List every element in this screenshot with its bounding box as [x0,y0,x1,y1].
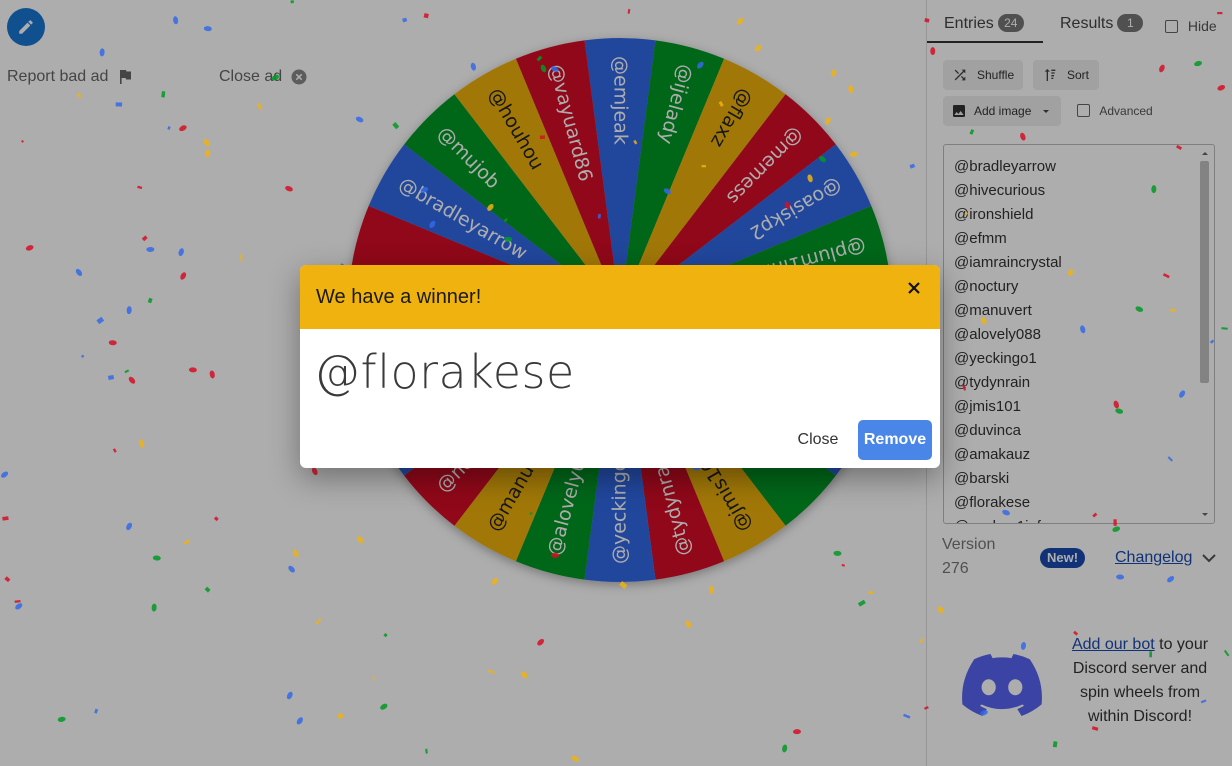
winner-name: @florakese [314,345,575,399]
dialog-close-x-button[interactable] [904,279,924,299]
dialog-header: We have a winner! [300,265,940,329]
close-button[interactable]: Close [790,420,846,460]
remove-button[interactable]: Remove [858,420,932,460]
dialog-title: We have a winner! [316,286,482,308]
close-icon [908,282,920,294]
winner-dialog: We have a winner! @florakese Close Remov… [300,265,940,468]
